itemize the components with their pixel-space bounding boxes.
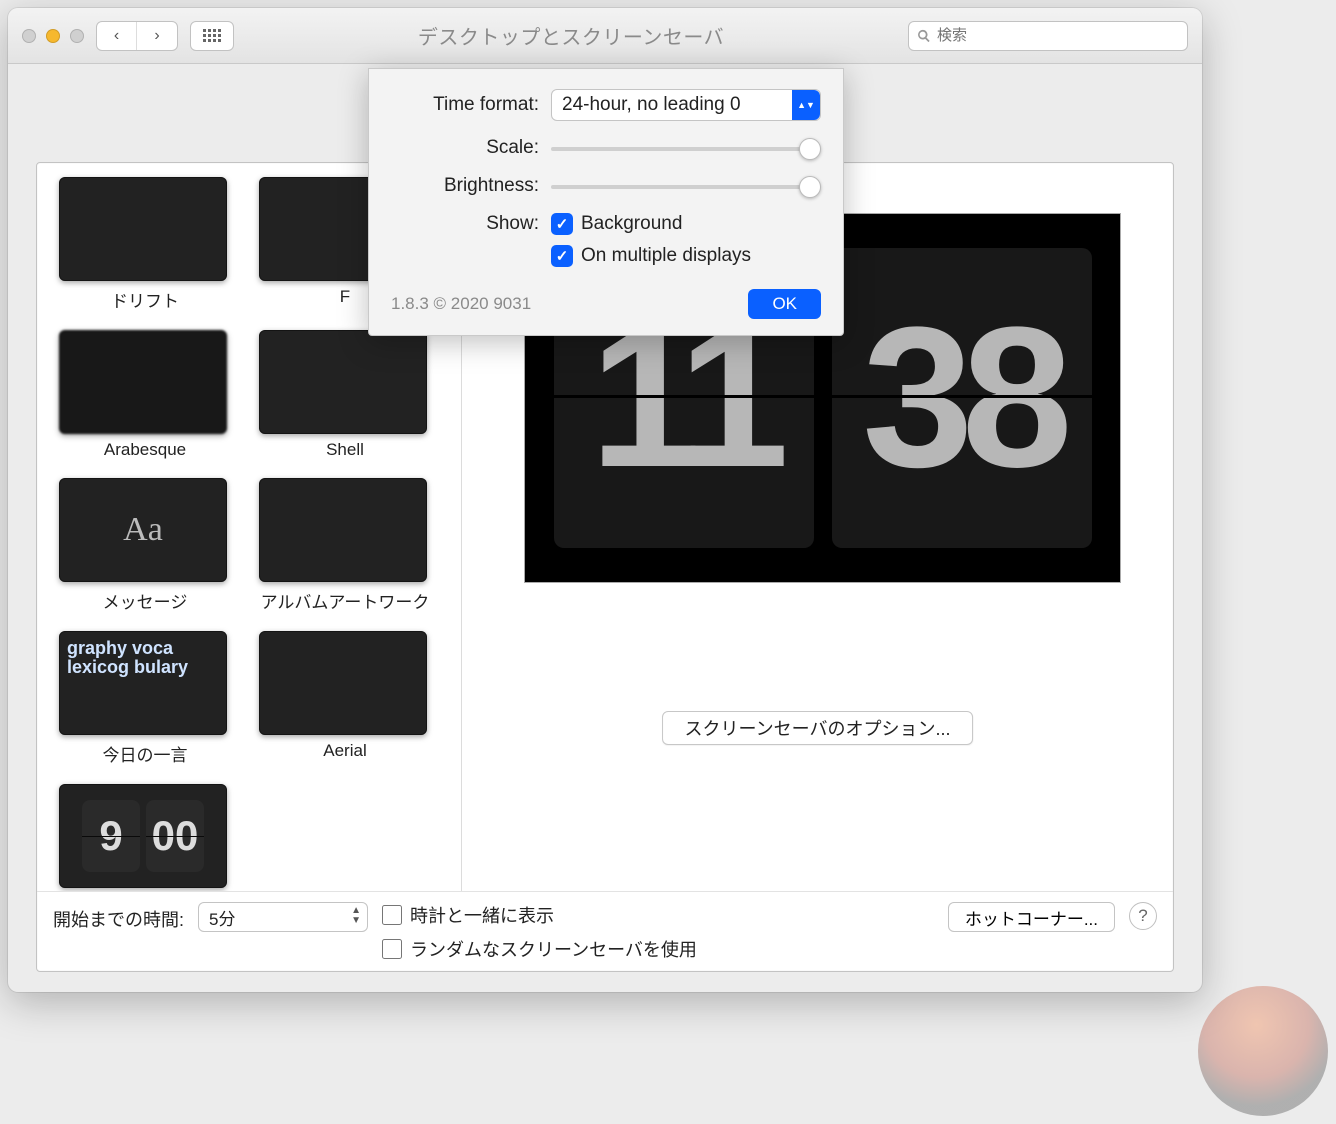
- scale-slider[interactable]: [551, 138, 821, 158]
- checkbox-label: On multiple displays: [581, 245, 751, 267]
- thumbnail-label: アルバムアートワーク: [259, 588, 431, 613]
- thumbnail-label: Arabesque: [59, 440, 231, 460]
- hot-corners-button[interactable]: ホットコーナー...: [948, 902, 1115, 932]
- brightness-label: Brightness:: [391, 175, 539, 197]
- screensaver-item-message[interactable]: Aa メッセージ: [59, 478, 231, 613]
- checkbox-label: ランダムなスクリーンセーバを使用: [410, 936, 697, 962]
- thumbnail: 900: [59, 784, 227, 888]
- slider-knob[interactable]: [799, 138, 821, 160]
- time-format-value: 24-hour, no leading 0: [562, 94, 741, 116]
- screensaver-item-shell[interactable]: Shell: [259, 330, 431, 460]
- slider-knob[interactable]: [799, 176, 821, 198]
- watermark-icon: [1198, 986, 1328, 1116]
- start-delay-value: 5分: [209, 905, 235, 930]
- thumbnail: [59, 177, 227, 281]
- screensaver-item-aerial[interactable]: Aerial: [259, 631, 431, 766]
- show-all-button[interactable]: [190, 21, 234, 51]
- preview-minutes: 38: [832, 248, 1092, 548]
- thumbnail: graphy voca lexicog bulary: [59, 631, 227, 735]
- slider-track: [551, 147, 821, 151]
- thumbnail: Aa: [59, 478, 227, 582]
- titlebar: ‹ › デスクトップとスクリーンセーバ: [8, 8, 1202, 64]
- window-title: デスクトップとスクリーンセーバ: [246, 21, 896, 50]
- checkbox-input[interactable]: [382, 939, 402, 959]
- chevron-updown-icon: ▲▼: [351, 906, 361, 926]
- random-screensaver-checkbox[interactable]: ランダムなスクリーンセーバを使用: [382, 936, 697, 962]
- version-text: 1.8.3 © 2020 9031: [391, 294, 531, 314]
- screensaver-item-album[interactable]: アルバムアートワーク: [259, 478, 431, 613]
- checkbox-checked-icon: ✓: [551, 213, 573, 235]
- thumbnail-label: Shell: [259, 440, 431, 460]
- zoom-window-button[interactable]: [70, 29, 84, 43]
- prefs-window: ‹ › デスクトップとスクリーンセーバ ドリフト: [8, 8, 1202, 992]
- brightness-slider[interactable]: [551, 176, 821, 196]
- slider-track: [551, 185, 821, 189]
- screensaver-item-drift[interactable]: ドリフト: [59, 177, 231, 312]
- minimize-window-button[interactable]: [46, 29, 60, 43]
- fliqlo-options-popover: Time format: 24-hour, no leading 0 ▲▼ Sc…: [368, 68, 844, 336]
- nav-back-forward: ‹ ›: [96, 21, 178, 51]
- traffic-lights: [22, 29, 84, 43]
- thumbnail: [259, 631, 427, 735]
- screensaver-item-fliqlo[interactable]: 900 Fliqlo: [59, 784, 231, 891]
- thumbnail-label: 今日の一言: [59, 741, 231, 766]
- checkbox-label: 時計と一緒に表示: [410, 902, 554, 928]
- search-input[interactable]: [937, 27, 1179, 44]
- scale-label: Scale:: [391, 137, 539, 159]
- thumbnail-label: Aerial: [259, 741, 431, 761]
- time-format-label: Time format:: [391, 94, 539, 116]
- screensaver-item-word[interactable]: graphy voca lexicog bulary 今日の一言: [59, 631, 231, 766]
- thumbnail-label: ドリフト: [59, 287, 231, 312]
- forward-button[interactable]: ›: [137, 22, 177, 50]
- checkbox-input[interactable]: [382, 905, 402, 925]
- grid-icon: [203, 29, 221, 42]
- start-delay-label: 開始までの時間:: [53, 902, 184, 932]
- show-clock-checkbox[interactable]: 時計と一緒に表示: [382, 902, 697, 928]
- help-button[interactable]: ?: [1129, 902, 1157, 930]
- thumbnail: [259, 478, 427, 582]
- show-multiple-displays-checkbox[interactable]: ✓ On multiple displays: [551, 245, 751, 267]
- show-background-checkbox[interactable]: ✓ Background: [551, 213, 751, 235]
- bottom-bar: 開始までの時間: 5分 ▲▼ 時計と一緒に表示 ランダムなスクリーンセーバを使用: [37, 891, 1173, 971]
- thumbnail: [259, 330, 427, 434]
- screensaver-options-button[interactable]: スクリーンセーバのオプション...: [662, 711, 974, 745]
- chevron-updown-icon: ▲▼: [792, 90, 820, 120]
- ok-button[interactable]: OK: [748, 289, 821, 319]
- start-delay-select[interactable]: 5分 ▲▼: [198, 902, 368, 932]
- back-button[interactable]: ‹: [97, 22, 137, 50]
- screensaver-item-arabesque[interactable]: Arabesque: [59, 330, 231, 460]
- show-label: Show:: [391, 213, 539, 235]
- search-icon: [917, 29, 931, 43]
- thumbnail-label: メッセージ: [59, 588, 231, 613]
- close-window-button[interactable]: [22, 29, 36, 43]
- checkbox-label: Background: [581, 213, 682, 235]
- search-field[interactable]: [908, 21, 1188, 51]
- checkbox-checked-icon: ✓: [551, 245, 573, 267]
- time-format-dropdown[interactable]: 24-hour, no leading 0 ▲▼: [551, 89, 821, 121]
- thumbnail: [59, 330, 227, 434]
